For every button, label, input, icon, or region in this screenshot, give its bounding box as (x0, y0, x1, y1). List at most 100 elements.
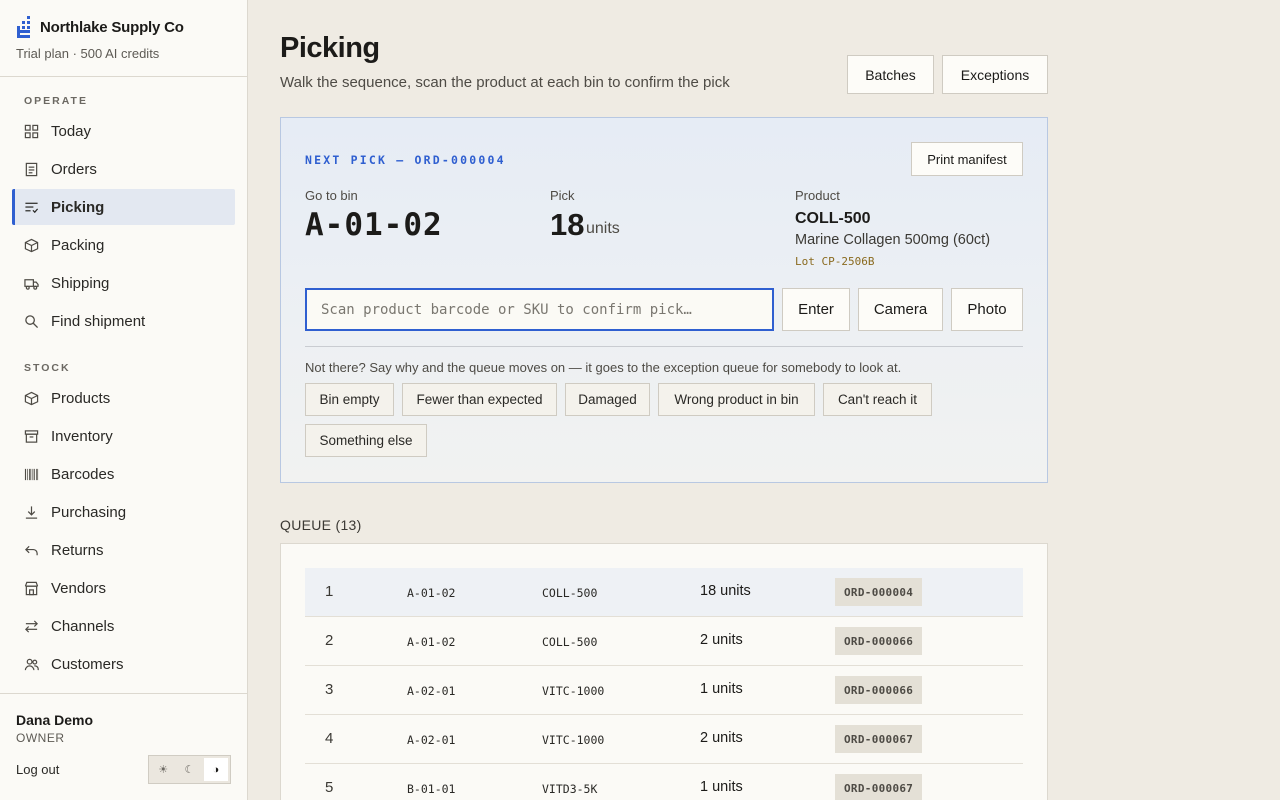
reason-wrong-product[interactable]: Wrong product in bin (658, 383, 815, 416)
row-number: 5 (325, 779, 334, 796)
next-pick-card: NEXT PICK — ORD-000004 Print manifest Go… (280, 117, 1048, 483)
row-sku: VITD3-5K (542, 782, 598, 796)
nav-item-packing[interactable]: Packing (12, 227, 235, 263)
user-role: OWNER (16, 731, 65, 745)
nav-item-shipping[interactable]: Shipping (12, 265, 235, 301)
print-manifest-button[interactable]: Print manifest (911, 142, 1023, 176)
table-row[interactable]: 1 A-01-02 COLL-500 18 units ORD-000004 (305, 568, 1023, 617)
cube-icon (24, 391, 39, 405)
user-block: Dana Demo OWNER Log out ☀ ☾ ◑ (0, 693, 247, 800)
nav-item-label: Find shipment (51, 312, 146, 330)
row-order-badge: ORD-000066 (835, 627, 923, 655)
plan-info: Trial plan · 500 AI credits (16, 46, 160, 61)
nav-item-label: Customers (51, 655, 124, 673)
page-title: Picking (280, 32, 380, 64)
nav-item-label: Channels (51, 617, 115, 635)
reason-cant-reach[interactable]: Can't reach it (823, 383, 932, 416)
product-sku: COLL-500 (795, 210, 871, 227)
nav-item-label: Inventory (51, 427, 113, 445)
row-number: 4 (325, 730, 334, 747)
row-bin: A-02-01 (407, 684, 456, 698)
box-icon (24, 238, 39, 252)
nav-item-inventory[interactable]: Inventory (12, 418, 235, 454)
nav-item-picking[interactable]: Picking (12, 189, 235, 225)
nav-item-label: Today (51, 122, 92, 140)
pick-unit: units (586, 220, 620, 237)
table-row[interactable]: 5 B-01-01 VITD3-5K 1 units ORD-000067 (305, 764, 1023, 800)
user-name: Dana Demo (16, 712, 94, 728)
row-sku: COLL-500 (542, 635, 598, 649)
reason-bin-empty[interactable]: Bin empty (305, 383, 394, 416)
document-icon (25, 162, 38, 176)
nav-item-label: Products (51, 389, 111, 407)
scan-input[interactable] (305, 288, 774, 331)
product-name: Marine Collagen 500mg (60ct) (795, 232, 991, 248)
table-row[interactable]: 2 A-01-02 COLL-500 2 units ORD-000066 (305, 617, 1023, 666)
brand-block: Northlake Supply Co Trial plan · 500 AI … (0, 0, 247, 77)
row-bin: A-01-02 (407, 586, 456, 600)
nav-item-purchasing[interactable]: Purchasing (12, 494, 235, 530)
enter-button[interactable]: Enter (782, 288, 850, 331)
nav-item-products[interactable]: Products (12, 380, 235, 416)
store-icon (24, 581, 39, 595)
users-icon (24, 658, 39, 670)
nav-item-find-shipment[interactable]: Find shipment (12, 303, 235, 339)
row-bin: B-01-01 (407, 782, 456, 796)
row-number: 3 (325, 681, 334, 698)
nav-item-vendors[interactable]: Vendors (12, 570, 235, 606)
nav-item-label: Barcodes (51, 465, 115, 483)
theme-auto-button[interactable]: ◑ (203, 758, 228, 781)
row-bin: A-01-02 (407, 635, 456, 649)
nav-item-label: Purchasing (51, 503, 127, 521)
nav-item-customers[interactable]: Customers (12, 646, 235, 682)
photo-button[interactable]: Photo (951, 288, 1023, 331)
brand-name: Northlake Supply Co (40, 18, 184, 36)
product-label: Product (795, 188, 840, 203)
nav-item-channels[interactable]: Channels (12, 608, 235, 644)
bin-value: A-01-02 (305, 207, 443, 243)
theme-toggle: ☀ ☾ ◑ (148, 755, 231, 784)
nav-item-barcodes[interactable]: Barcodes (12, 456, 235, 492)
sidebar: Northlake Supply Co Trial plan · 500 AI … (0, 0, 248, 800)
row-quantity: 2 units (700, 730, 743, 746)
reason-damaged[interactable]: Damaged (565, 383, 650, 416)
row-number: 1 (325, 583, 334, 600)
row-order-badge: ORD-000066 (835, 676, 923, 704)
row-quantity: 18 units (700, 583, 751, 599)
nav-item-label: Returns (51, 541, 104, 559)
truck-icon (24, 278, 39, 290)
nav-item-label: Vendors (51, 579, 107, 597)
reason-fewer-than-expected[interactable]: Fewer than expected (402, 383, 557, 416)
exception-help-text: Not there? Say why and the queue moves o… (305, 360, 902, 375)
theme-light-button[interactable]: ☀ (151, 758, 175, 781)
table-row[interactable]: 3 A-02-01 VITC-1000 1 units ORD-000066 (305, 666, 1023, 715)
brand-logo-icon (16, 16, 34, 38)
row-quantity: 2 units (700, 632, 743, 648)
row-sku: VITC-1000 (542, 733, 605, 747)
exceptions-button[interactable]: Exceptions (942, 55, 1048, 94)
search-icon (25, 314, 39, 328)
nav-item-label: Packing (51, 236, 105, 254)
next-pick-label: NEXT PICK — ORD-000004 (305, 153, 506, 167)
page-subtitle: Walk the sequence, scan the product at e… (280, 74, 730, 91)
logout-link[interactable]: Log out (16, 762, 59, 777)
reason-something-else[interactable]: Something else (305, 424, 427, 457)
row-order-badge: ORD-000067 (835, 774, 923, 800)
download-icon (25, 505, 38, 519)
bin-label: Go to bin (305, 188, 358, 203)
camera-button[interactable]: Camera (858, 288, 943, 331)
product-lot: Lot CP-2506B (795, 255, 875, 268)
grid-icon (24, 124, 39, 138)
divider (305, 346, 1023, 347)
pick-quantity: 18 (550, 207, 585, 242)
nav-item-today[interactable]: Today (12, 113, 235, 149)
nav-item-orders[interactable]: Orders (12, 151, 235, 187)
queue-heading: QUEUE (13) (280, 517, 362, 533)
theme-dark-button[interactable]: ☾ (177, 758, 201, 781)
nav-item-returns[interactable]: Returns (12, 532, 235, 568)
pick-label: Pick (550, 188, 575, 203)
table-row[interactable]: 4 A-02-01 VITC-1000 2 units ORD-000067 (305, 715, 1023, 764)
queue-table: 1 A-01-02 COLL-500 18 units ORD-000004 2… (280, 543, 1048, 800)
batches-button[interactable]: Batches (847, 55, 934, 94)
nav-item-label: Picking (51, 198, 105, 216)
